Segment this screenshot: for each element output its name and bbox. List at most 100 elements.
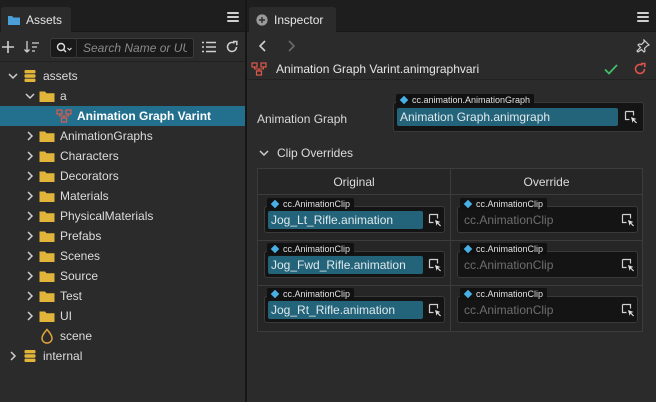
tree-item[interactable]: scene — [0, 326, 245, 346]
clip-override-field[interactable]: cc.AnimationClip cc.AnimationClip — [457, 243, 638, 278]
inspector-nav — [247, 32, 656, 58]
clip-original-value[interactable]: Jog_Fwd_Rifle.animation — [268, 256, 423, 274]
asset-picker-icon[interactable] — [623, 109, 639, 125]
chevron-right-icon[interactable] — [25, 271, 35, 281]
add-icon[interactable] — [0, 39, 16, 55]
asset-type-label: cc.AnimationClip — [283, 244, 351, 254]
assets-toolbar — [0, 32, 245, 62]
chevron-right-icon[interactable] — [25, 251, 35, 261]
chevron-right-icon[interactable] — [25, 131, 35, 141]
forward-icon[interactable] — [283, 38, 299, 54]
clip-original-value[interactable]: Jog_Lt_Rifle.animation — [268, 211, 423, 229]
clip-override-field[interactable]: cc.AnimationClip cc.AnimationClip — [457, 288, 638, 323]
tree-item[interactable]: Materials — [0, 186, 245, 206]
pin-icon[interactable] — [635, 38, 651, 54]
asset-picker-icon[interactable] — [427, 257, 443, 273]
sort-icon[interactable] — [24, 39, 40, 55]
tree-item[interactable]: Scenes — [0, 246, 245, 266]
chevron-right-icon[interactable] — [25, 171, 35, 181]
tab-assets[interactable]: Assets — [1, 7, 71, 32]
clip-original-field[interactable]: cc.AnimationClip Jog_Fwd_Rifle.animation — [264, 243, 445, 278]
animation-graph-value[interactable]: Animation Graph.animgraph — [397, 108, 618, 126]
asset-diamond-icon — [463, 244, 473, 254]
folder-icon — [39, 308, 55, 324]
folder-icon — [39, 248, 55, 264]
chevron-right-icon[interactable] — [8, 351, 18, 361]
asset-diamond-icon — [270, 244, 280, 254]
clip-override-value[interactable]: cc.AnimationClip — [461, 211, 616, 229]
tree-item[interactable]: PhysicalMaterials — [0, 206, 245, 226]
asset-tree: assets a Animation Graph Varint AnimationGr… — [0, 66, 245, 366]
tree-item[interactable]: UI — [0, 306, 245, 326]
tab-inspector[interactable]: Inspector — [249, 7, 336, 32]
tree-item[interactable]: assets — [0, 66, 245, 86]
tree-item[interactable]: Decorators — [0, 166, 245, 186]
tree-item[interactable]: internal — [0, 346, 245, 366]
assets-menu-icon[interactable] — [227, 12, 239, 22]
tree-item-label: Source — [60, 269, 99, 283]
chevron-right-icon[interactable] — [25, 291, 35, 301]
tree-item-label: Materials — [60, 189, 109, 203]
asset-type-tag: cc.AnimationClip — [460, 198, 548, 210]
search-box — [50, 38, 194, 58]
tree-item[interactable]: Test — [0, 286, 245, 306]
asset-diamond-icon — [270, 289, 280, 299]
asset-picker-icon[interactable] — [427, 302, 443, 318]
tree-item[interactable]: Characters — [0, 146, 245, 166]
tree-item-label: AnimationGraphs — [60, 129, 153, 143]
folder-icon — [39, 208, 55, 224]
chevron-right-icon[interactable] — [25, 231, 35, 241]
search-input[interactable] — [77, 41, 187, 55]
chevron-down-icon — [259, 148, 269, 158]
asset-picker-icon[interactable] — [620, 257, 636, 273]
clip-override-field[interactable]: cc.AnimationClip cc.AnimationClip — [457, 198, 638, 233]
inspector-tabbar: Inspector — [247, 0, 656, 32]
db-icon — [22, 68, 38, 84]
clip-override-value[interactable]: cc.AnimationClip — [461, 301, 616, 319]
revert-icon[interactable] — [632, 61, 648, 77]
assets-tabbar: Assets — [0, 0, 245, 32]
asset-picker-icon[interactable] — [620, 212, 636, 228]
chevron-right-icon[interactable] — [25, 191, 35, 201]
chevron-down-icon[interactable] — [8, 71, 18, 81]
tree-item-label: PhysicalMaterials — [60, 209, 154, 223]
tree-item[interactable]: Prefabs — [0, 226, 245, 246]
tree-item[interactable]: Animation Graph Varint — [0, 106, 245, 126]
inspector-panel: Inspector Animation Graph Varint.animgra… — [247, 0, 656, 402]
anim-graph-variant-icon — [251, 61, 267, 77]
apply-check-icon[interactable] — [603, 61, 619, 77]
row-divider — [258, 240, 642, 241]
chevron-right-icon[interactable] — [25, 211, 35, 221]
tree-item[interactable]: AnimationGraphs — [0, 126, 245, 146]
tab-assets-label: Assets — [26, 12, 63, 27]
column-override: Override — [451, 169, 642, 195]
tab-inspector-label: Inspector — [274, 12, 324, 27]
asset-type-tag: cc.AnimationClip — [267, 198, 355, 210]
inspector-menu-icon[interactable] — [637, 12, 649, 22]
chevron-right-icon[interactable] — [25, 311, 35, 321]
chevron-right-icon[interactable] — [25, 151, 35, 161]
tree-item-label: a — [60, 89, 67, 103]
row-divider — [258, 285, 642, 286]
clip-override-value[interactable]: cc.AnimationClip — [461, 256, 616, 274]
back-icon[interactable] — [255, 38, 271, 54]
search-type-icon[interactable] — [51, 39, 77, 57]
clip-overrides-header[interactable]: Clip Overrides — [259, 146, 353, 160]
clip-original-field[interactable]: cc.AnimationClip Jog_Lt_Rifle.animation — [264, 198, 445, 233]
tree-item-label: Animation Graph Varint — [77, 109, 212, 123]
tree-item[interactable]: a — [0, 86, 245, 106]
animation-graph-field[interactable]: cc.animation.AnimationGraph Animation Gr… — [393, 94, 644, 132]
clip-original-value[interactable]: Jog_Rt_Rifle.animation — [268, 301, 423, 319]
chevron-down-icon[interactable] — [25, 91, 35, 101]
animation-graph-label: Animation Graph — [257, 112, 348, 126]
folder-icon — [39, 268, 55, 284]
asset-picker-icon[interactable] — [620, 302, 636, 318]
tree-item[interactable]: Source — [0, 266, 245, 286]
clip-original-field[interactable]: cc.AnimationClip Jog_Rt_Rifle.animation — [264, 288, 445, 323]
tree-item-label: internal — [43, 349, 83, 363]
asset-title-row: Animation Graph Varint.animgraphvari — [247, 58, 656, 80]
list-view-icon[interactable] — [201, 39, 217, 55]
refresh-icon[interactable] — [224, 39, 240, 55]
asset-picker-icon[interactable] — [427, 212, 443, 228]
